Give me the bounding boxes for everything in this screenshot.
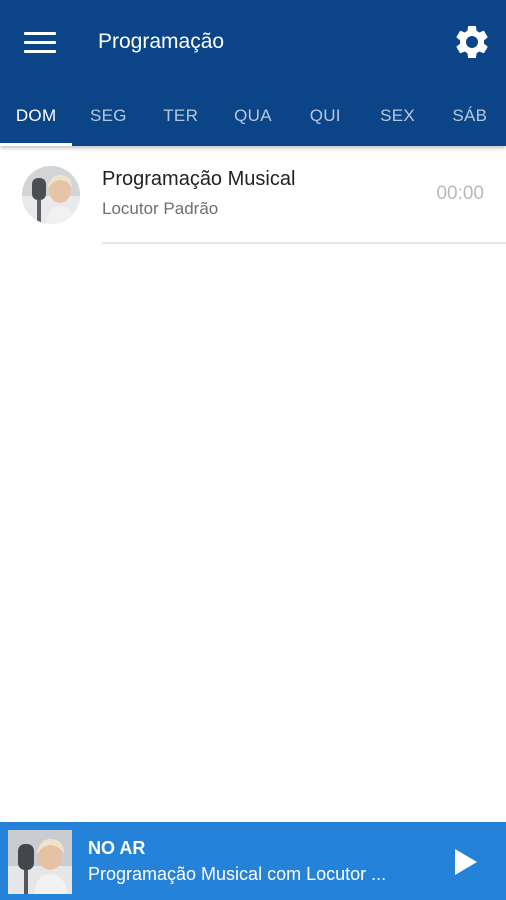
day-tabs: DOM SEG TER QUA QUI SEX SÁB bbox=[0, 84, 506, 146]
program-time: 00:00 bbox=[436, 183, 484, 204]
tab-sab[interactable]: SÁB bbox=[434, 84, 506, 146]
menu-icon-bar bbox=[24, 31, 56, 35]
page-title: Programação bbox=[98, 30, 225, 53]
tab-sex[interactable]: SEX bbox=[361, 84, 433, 146]
tab-ter[interactable]: TER bbox=[145, 84, 217, 146]
menu-button[interactable] bbox=[16, 22, 64, 62]
play-icon bbox=[455, 849, 477, 875]
toolbar: Programação bbox=[0, 0, 506, 84]
avatar bbox=[22, 166, 80, 224]
now-playing-bar[interactable]: NO AR Programação Musical com Locutor ..… bbox=[0, 822, 506, 900]
gear-icon bbox=[456, 25, 488, 58]
now-playing-text: Programação Musical com Locutor ... bbox=[88, 864, 387, 884]
program-host: Locutor Padrão bbox=[102, 199, 219, 218]
now-playing-label: NO AR bbox=[88, 838, 146, 858]
menu-icon-bar bbox=[24, 40, 56, 44]
tab-qua[interactable]: QUA bbox=[217, 84, 289, 146]
settings-button[interactable] bbox=[450, 20, 494, 64]
list-item[interactable]: Programação Musical Locutor Padrão 00:00 bbox=[0, 146, 506, 244]
program-title: Programação Musical bbox=[102, 168, 296, 190]
schedule-list: Programação Musical Locutor Padrão 00:00 bbox=[0, 146, 506, 822]
now-playing-thumbnail bbox=[8, 830, 72, 894]
tab-seg[interactable]: SEG bbox=[72, 84, 144, 146]
play-button[interactable] bbox=[448, 844, 484, 880]
divider bbox=[102, 242, 506, 244]
tab-qui[interactable]: QUI bbox=[289, 84, 361, 146]
tab-dom[interactable]: DOM bbox=[0, 84, 73, 146]
app-bar: Programação DOM SEG TER QUA QUI SEX SÁB bbox=[0, 0, 506, 146]
menu-icon-bar bbox=[24, 49, 56, 53]
